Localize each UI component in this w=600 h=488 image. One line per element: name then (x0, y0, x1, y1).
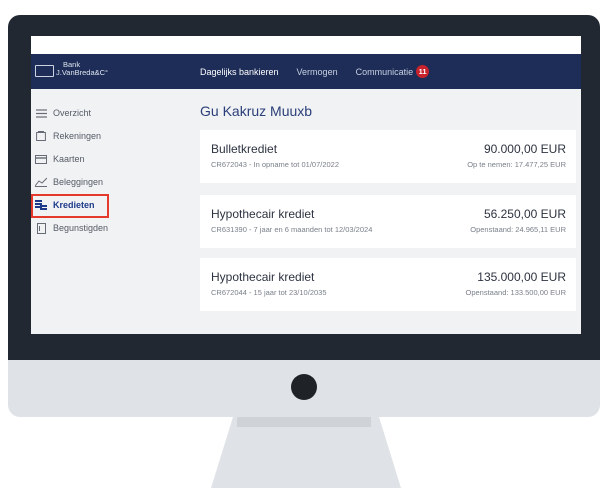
document-icon (35, 131, 47, 141)
loan-detail: CR672043 - In opname tot 01/07/2022 (211, 160, 340, 169)
sidebar-item-kaarten[interactable]: Kaarten (35, 149, 85, 169)
browser-top-strip (31, 36, 581, 54)
sidebar-item-label: Rekeningen (53, 131, 102, 141)
loan-subtext: Openstaand: 133.500,00 EUR (465, 288, 567, 297)
sidebar-item-label: Kaarten (53, 154, 85, 164)
page-title: Gu Kakruz Muuxb (200, 103, 313, 119)
sidebar-item-rekeningen[interactable]: Rekeningen (35, 126, 101, 146)
loan-name: Hypothecair krediet (211, 270, 315, 284)
sidebar-item-label: Begunstigden (53, 223, 109, 233)
loan-amount: 135.000,00 EUR (477, 270, 566, 284)
sidebar-item-label: Beleggingen (53, 177, 104, 187)
loan-detail: CR631390 - 7 jaar en 6 maanden tot 12/03… (211, 225, 373, 234)
sidebar-item-overzicht[interactable]: Overzicht (35, 103, 91, 123)
card-icon (35, 154, 47, 164)
loan-card[interactable]: Hypothecair krediet CR672044 - 15 jaar t… (200, 258, 576, 311)
loan-amount: 90.000,00 EUR (483, 142, 566, 156)
loan-card[interactable]: Hypothecair krediet CR631390 - 7 jaar en… (200, 195, 576, 248)
chart-icon (35, 177, 47, 187)
nav-communicatie-label: Communicatie (355, 66, 414, 77)
loan-amount: 56.250,00 EUR (483, 207, 566, 221)
monitor-stand (211, 417, 401, 488)
monitor-camera (291, 374, 317, 400)
logo-mark-icon (35, 65, 54, 77)
contact-icon (35, 222, 47, 234)
screen: Bank J.VanBreda&C° Dagelijks bankieren V… (31, 36, 581, 334)
logo-line-2: J.VanBreda&C° (56, 68, 109, 77)
loan-name: Hypothecair krediet (211, 207, 315, 221)
notification-badge: 11 (416, 65, 430, 78)
active-item-highlight (31, 194, 109, 218)
monitor-stand-shadow (237, 417, 371, 427)
loan-subtext: Openstaand: 24.965,11 EUR (470, 225, 566, 234)
list-icon (35, 108, 47, 118)
sidebar-item-begunstigden[interactable]: Begunstigden (35, 218, 108, 238)
loan-subtext: Op te nemen: 17.477,25 EUR (467, 160, 566, 169)
top-navbar: Bank J.VanBreda&C° Dagelijks bankieren V… (31, 54, 581, 89)
sidebar-item-beleggingen[interactable]: Beleggingen (35, 172, 103, 192)
sidebar: Overzicht Rekeningen Kaarten Beleggingen… (31, 89, 191, 334)
bank-logo[interactable]: Bank J.VanBreda&C° (35, 61, 108, 77)
nav-vermogen[interactable]: Vermogen (297, 67, 338, 77)
nav-communicatie[interactable]: Communicatie 11 (356, 65, 430, 78)
nav-dagelijks-bankieren[interactable]: Dagelijks bankieren (200, 67, 279, 77)
main-content: Gu Kakruz Muuxb Bulletkrediet CR672043 -… (200, 89, 581, 334)
sidebar-item-label: Overzicht (53, 108, 92, 118)
loan-card[interactable]: Bulletkrediet CR672043 - In opname tot 0… (200, 130, 576, 183)
loan-name: Bulletkrediet (211, 142, 278, 156)
main-nav: Dagelijks bankieren Vermogen Communicati… (200, 54, 447, 89)
loan-detail: CR672044 - 15 jaar tot 23/10/2035 (211, 288, 327, 297)
